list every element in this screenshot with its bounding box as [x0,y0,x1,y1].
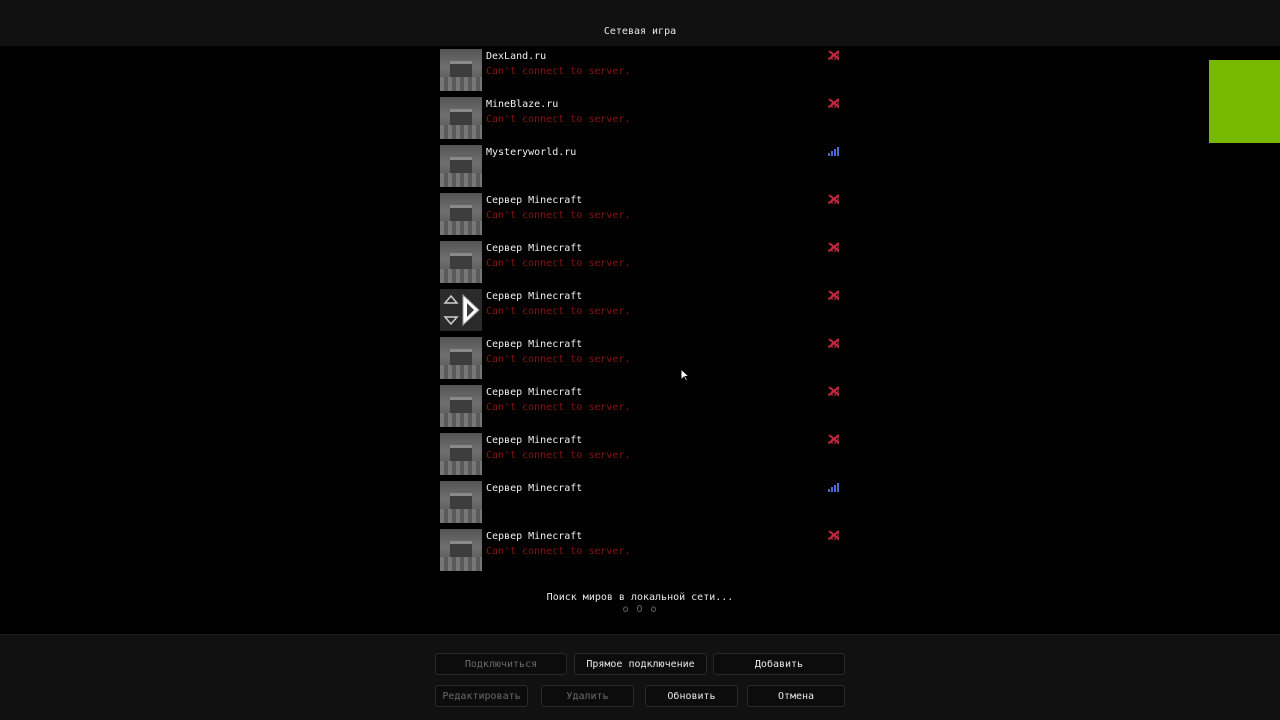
button-bar: Подключиться Прямое подключение Добавить… [0,634,1280,720]
server-name: Сервер Minecraft [486,387,583,398]
no-connection-icon [828,98,840,108]
server-status: Can't connect to server. [486,306,631,317]
add-server-button[interactable]: Добавить [713,653,845,675]
server-list[interactable]: DexLand.ru Can't connect to server. Mine… [0,46,1280,634]
server-row[interactable]: Сервер Minecraft Can't connect to server… [440,384,845,428]
server-default-icon [440,337,482,379]
server-row[interactable]: Сервер Minecraft Can't connect to server… [440,240,845,284]
header-bar: Сетевая игра [0,0,1280,47]
no-connection-icon [828,386,840,396]
delete-server-button[interactable]: Удалить [541,685,634,707]
server-status: Can't connect to server. [486,210,631,221]
server-status: Can't connect to server. [486,354,631,365]
server-status: Can't connect to server. [486,258,631,269]
server-row[interactable]: Сервер Minecraft Can't connect to server… [440,528,845,572]
server-default-icon [440,145,482,187]
server-name: DexLand.ru [486,51,547,62]
mouse-cursor-icon [680,368,690,382]
server-status: Can't connect to server. [486,66,631,77]
server-name: Сервер Minecraft [486,435,583,446]
no-connection-icon [828,530,840,540]
signal-bars-icon [828,483,839,492]
loading-dots: o O o [622,604,658,615]
server-row[interactable]: Mysteryworld.ru [440,144,845,188]
no-connection-icon [828,242,840,252]
server-row[interactable]: Сервер Minecraft Can't connect to server… [440,432,845,476]
cancel-button[interactable]: Отмена [747,685,845,707]
server-default-icon [440,193,482,235]
refresh-button[interactable]: Обновить [645,685,738,707]
page-title: Сетевая игра [603,26,677,37]
no-connection-icon [828,290,840,300]
server-status: Can't connect to server. [486,114,631,125]
no-connection-icon [828,50,840,60]
server-default-icon [440,97,482,139]
server-status: Can't connect to server. [486,450,631,461]
server-default-icon [440,241,482,283]
server-status: Can't connect to server. [486,546,631,557]
reorder-arrows-icon[interactable] [440,289,482,331]
server-name: Сервер Minecraft [486,291,583,302]
no-connection-icon [828,194,840,204]
server-name: Сервер Minecraft [486,243,583,254]
server-default-icon [440,385,482,427]
server-row[interactable]: Сервер Minecraft Can't connect to server… [440,288,845,332]
server-name: Сервер Minecraft [486,339,583,350]
multiplayer-screen: Сетевая игра DexLand.ru Can't connect to… [0,0,1280,720]
direct-connect-button[interactable]: Прямое подключение [574,653,707,675]
join-server-button[interactable]: Подключиться [435,653,567,675]
server-row[interactable]: Сервер Minecraft Can't connect to server… [440,336,845,380]
server-name: Сервер Minecraft [486,483,583,494]
server-default-icon [440,433,482,475]
server-default-icon [440,529,482,571]
server-default-icon [440,481,482,523]
signal-bars-icon [828,147,839,156]
server-name: Mysteryworld.ru [486,147,577,158]
server-row[interactable]: MineBlaze.ru Can't connect to server. [440,96,845,140]
server-row[interactable]: DexLand.ru Can't connect to server. [440,48,845,92]
no-connection-icon [828,434,840,444]
lan-search-text: Поиск миров в локальной сети... [546,592,734,603]
server-row[interactable]: Сервер Minecraft [440,480,845,524]
server-name: MineBlaze.ru [486,99,559,110]
server-name: Сервер Minecraft [486,195,583,206]
overlay-green-panel [1209,60,1280,143]
no-connection-icon [828,338,840,348]
server-name: Сервер Minecraft [486,531,583,542]
server-default-icon [440,49,482,91]
server-reorder-icon[interactable] [440,289,482,331]
server-status: Can't connect to server. [486,402,631,413]
edit-server-button[interactable]: Редактировать [435,685,528,707]
server-row[interactable]: Сервер Minecraft Can't connect to server… [440,192,845,236]
